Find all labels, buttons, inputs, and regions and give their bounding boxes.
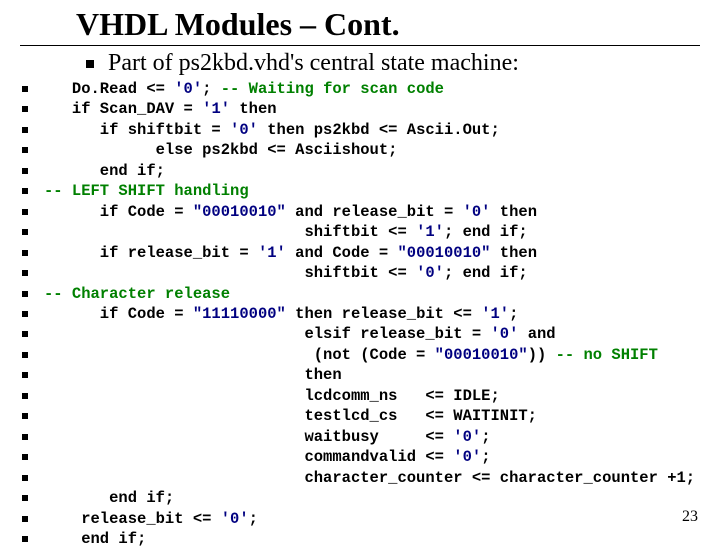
code-line: else ps2kbd <= Asciishout;	[22, 140, 700, 160]
code-line: -- Character release	[22, 284, 700, 304]
square-bullet-icon	[22, 413, 28, 419]
code-text: shiftbit <= '1'; end if;	[44, 222, 528, 242]
slide-title: VHDL Modules – Cont.	[76, 6, 700, 43]
code-text: then	[44, 365, 342, 385]
code-text: if release_bit = '1' and Code = "0001001…	[44, 243, 537, 263]
code-text: lcdcomm_ns <= IDLE;	[44, 386, 500, 406]
code-line: then	[22, 365, 700, 385]
code-line: waitbusy <= '0';	[22, 427, 700, 447]
square-bullet-icon	[22, 372, 28, 378]
code-text: if Scan_DAV = '1' then	[44, 99, 277, 119]
square-bullet-icon	[22, 454, 28, 460]
subtitle: Part of ps2kbd.vhd's central state machi…	[108, 50, 519, 77]
code-line: lcdcomm_ns <= IDLE;	[22, 386, 700, 406]
code-line: character_counter <= character_counter +…	[22, 468, 700, 488]
code-line: shiftbit <= '0'; end if;	[22, 263, 700, 283]
square-bullet-icon	[22, 393, 28, 399]
square-bullet-icon	[22, 188, 28, 194]
code-line: shiftbit <= '1'; end if;	[22, 222, 700, 242]
square-bullet-icon	[22, 209, 28, 215]
code-line: if shiftbit = '0' then ps2kbd <= Ascii.O…	[22, 120, 700, 140]
code-line: if release_bit = '1' and Code = "0001001…	[22, 243, 700, 263]
code-line: elsif release_bit = '0' and	[22, 324, 700, 344]
code-text: else ps2kbd <= Asciishout;	[44, 140, 397, 160]
square-bullet-icon	[22, 331, 28, 337]
code-text: if shiftbit = '0' then ps2kbd <= Ascii.O…	[44, 120, 500, 140]
code-line: release_bit <= '0';	[22, 509, 700, 529]
code-text: end if;	[44, 161, 165, 181]
code-line: if Code = "11110000" then release_bit <=…	[22, 304, 700, 324]
square-bullet-icon	[22, 270, 28, 276]
code-line: end if;	[22, 529, 700, 549]
square-bullet-icon	[22, 127, 28, 133]
title-rule	[20, 45, 700, 46]
square-bullet-icon	[86, 60, 94, 68]
subtitle-row: Part of ps2kbd.vhd's central state machi…	[86, 50, 700, 77]
square-bullet-icon	[22, 352, 28, 358]
code-line: testlcd_cs <= WAITINIT;	[22, 406, 700, 426]
square-bullet-icon	[22, 229, 28, 235]
code-text: waitbusy <= '0';	[44, 427, 491, 447]
code-text: end if;	[44, 488, 174, 508]
page-number: 23	[682, 508, 698, 526]
code-line: if Scan_DAV = '1' then	[22, 99, 700, 119]
code-text: (not (Code = "00010010")) -- no SHIFT	[44, 345, 658, 365]
square-bullet-icon	[22, 536, 28, 542]
code-text: -- Character release	[44, 284, 230, 304]
code-text: release_bit <= '0';	[44, 509, 258, 529]
square-bullet-icon	[22, 86, 28, 92]
square-bullet-icon	[22, 311, 28, 317]
code-text: Do.Read <= '0'; -- Waiting for scan code	[44, 79, 444, 99]
square-bullet-icon	[22, 106, 28, 112]
code-text: -- LEFT SHIFT handling	[44, 181, 249, 201]
code-text: end if;	[44, 529, 146, 549]
code-line: if Code = "00010010" and release_bit = '…	[22, 202, 700, 222]
code-line: commandvalid <= '0';	[22, 447, 700, 467]
code-text: if Code = "11110000" then release_bit <=…	[44, 304, 518, 324]
code-text: character_counter <= character_counter +…	[44, 468, 695, 488]
code-line: (not (Code = "00010010")) -- no SHIFT	[22, 345, 700, 365]
code-text: commandvalid <= '0';	[44, 447, 491, 467]
square-bullet-icon	[22, 495, 28, 501]
square-bullet-icon	[22, 168, 28, 174]
square-bullet-icon	[22, 516, 28, 522]
code-line: -- LEFT SHIFT handling	[22, 181, 700, 201]
square-bullet-icon	[22, 434, 28, 440]
code-text: if Code = "00010010" and release_bit = '…	[44, 202, 537, 222]
square-bullet-icon	[22, 291, 28, 297]
square-bullet-icon	[22, 475, 28, 481]
square-bullet-icon	[22, 147, 28, 153]
code-line: end if;	[22, 161, 700, 181]
code-line: end if;	[22, 488, 700, 508]
code-line: Do.Read <= '0'; -- Waiting for scan code	[22, 79, 700, 99]
code-text: shiftbit <= '0'; end if;	[44, 263, 528, 283]
code-block: Do.Read <= '0'; -- Waiting for scan code…	[22, 79, 700, 549]
code-text: elsif release_bit = '0' and	[44, 324, 556, 344]
square-bullet-icon	[22, 250, 28, 256]
code-text: testlcd_cs <= WAITINIT;	[44, 406, 537, 426]
slide: VHDL Modules – Cont. Part of ps2kbd.vhd'…	[0, 0, 720, 540]
